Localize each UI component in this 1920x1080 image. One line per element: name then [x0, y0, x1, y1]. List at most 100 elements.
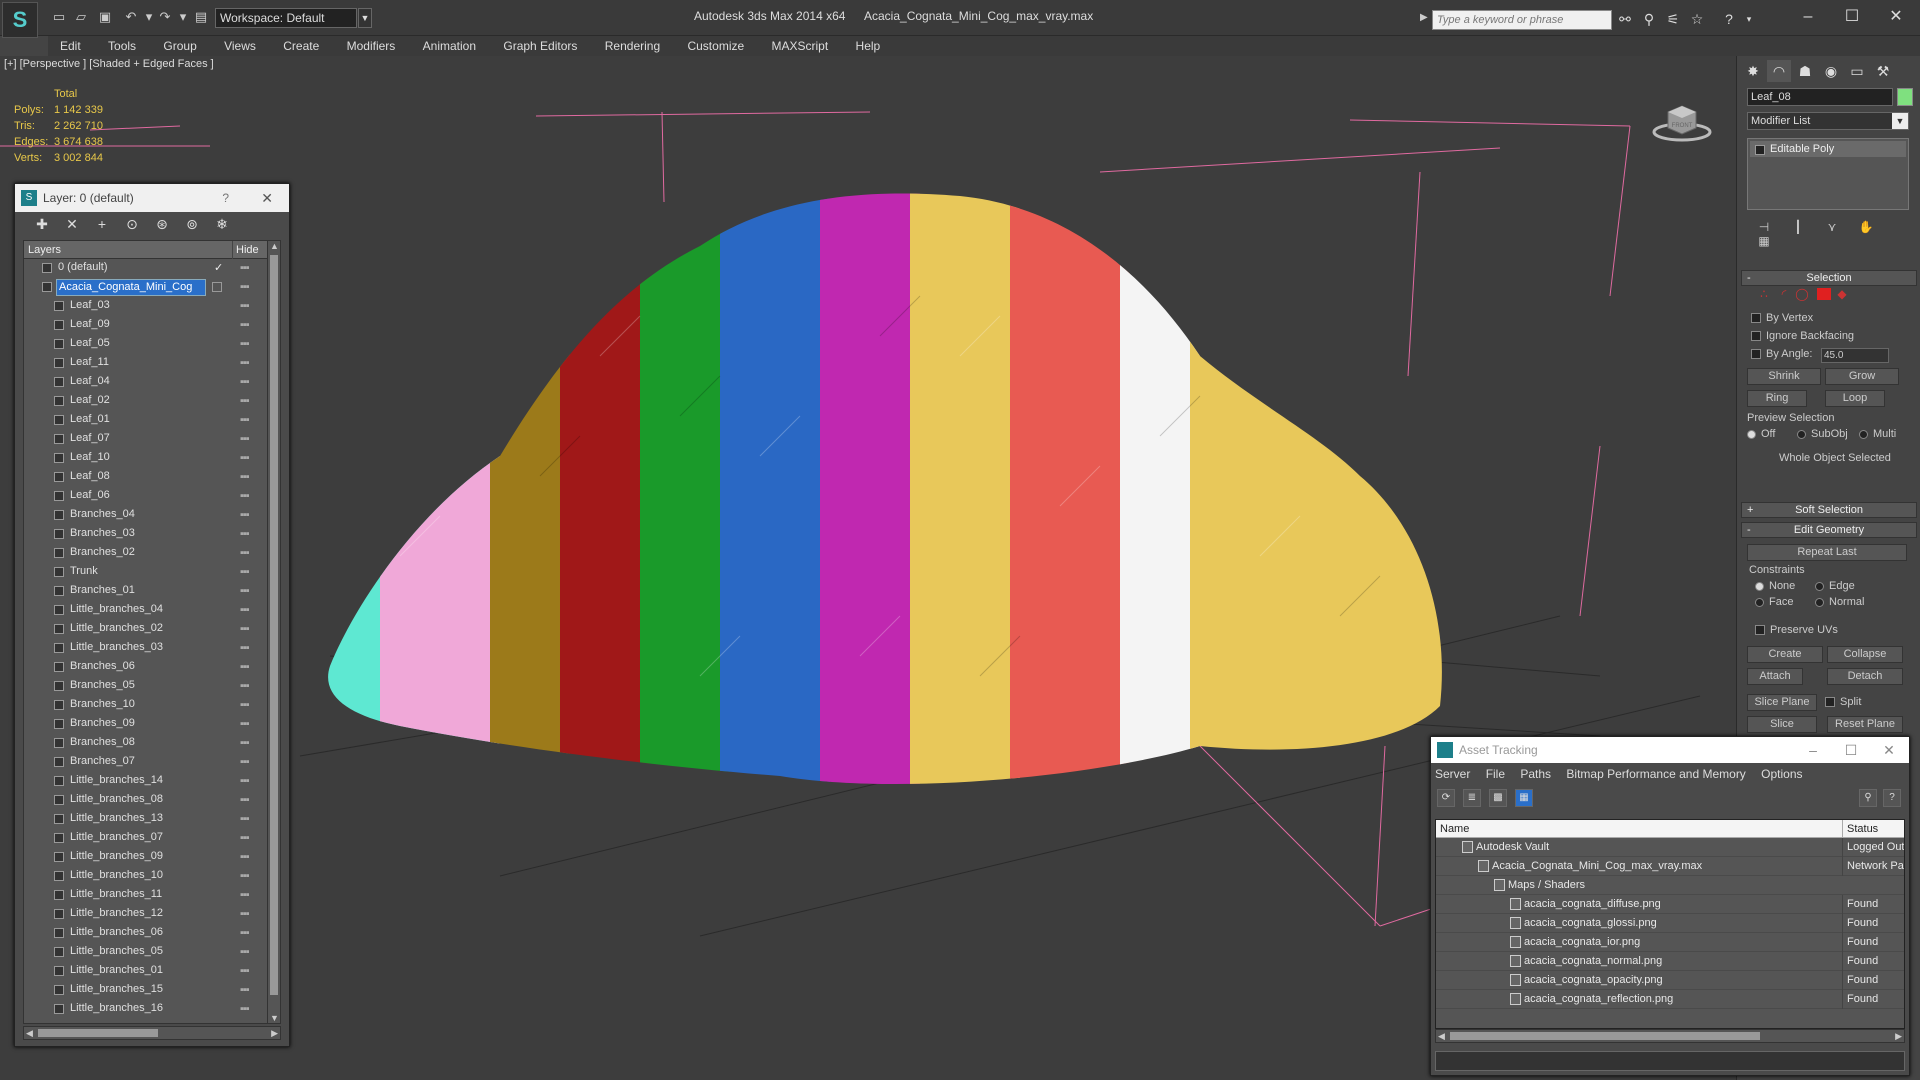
loop-button[interactable]: Loop: [1825, 390, 1885, 407]
hide-toggle-icon[interactable]: ▪▪▪: [240, 506, 250, 525]
preview-multi-radio[interactable]: Multi: [1859, 428, 1896, 440]
layer-object-row[interactable]: Branches_10 ▪▪▪: [24, 696, 272, 715]
layer-object-row[interactable]: Leaf_06 ▪▪▪: [24, 487, 272, 506]
ignore-backfacing-checkbox[interactable]: Ignore Backfacing: [1751, 330, 1854, 342]
hide-toggle-icon[interactable]: ▪▪▪: [240, 430, 250, 449]
collapse-button[interactable]: Collapse: [1827, 646, 1903, 663]
select-in-layer-icon[interactable]: ⊙: [117, 216, 147, 233]
preserve-uvs-checkbox[interactable]: Preserve UVs: [1755, 624, 1838, 636]
app-menu-button[interactable]: S: [2, 2, 38, 38]
selection-rollout-header[interactable]: - Selection: [1741, 270, 1917, 286]
hide-toggle-icon[interactable]: ▪▪▪: [240, 373, 250, 392]
layer-object-row[interactable]: Branches_09 ▪▪▪: [24, 715, 272, 734]
hide-toggle-icon[interactable]: ▪▪▪: [240, 392, 250, 411]
soft-selection-rollout-header[interactable]: + Soft Selection: [1741, 502, 1917, 518]
layer-object-row[interactable]: Branches_01 ▪▪▪: [24, 582, 272, 601]
new-layer-icon[interactable]: ✚: [27, 216, 57, 233]
constraint-face-radio[interactable]: Face: [1755, 596, 1793, 608]
layer-object-row[interactable]: Trunk ▪▪▪: [24, 563, 272, 582]
border-mode-icon[interactable]: ◯: [1795, 288, 1809, 300]
show-end-result-icon[interactable]: ┃: [1781, 220, 1815, 234]
list-view-icon[interactable]: ≣: [1463, 789, 1481, 807]
pin-stack-icon[interactable]: ⊣: [1747, 220, 1781, 234]
layer-object-row[interactable]: Branches_02 ▪▪▪: [24, 544, 272, 563]
hide-toggle-icon[interactable]: ▪▪▪: [240, 259, 250, 278]
layer-object-row[interactable]: Branches_03 ▪▪▪: [24, 525, 272, 544]
polygon-mode-icon[interactable]: ■: [1817, 288, 1831, 300]
menu-help[interactable]: Help: [844, 36, 893, 56]
chevron-down-icon[interactable]: ▼: [1892, 113, 1908, 129]
hide-toggle-icon[interactable]: ▪▪▪: [240, 563, 250, 582]
freeze-all-icon[interactable]: ❄: [207, 216, 237, 233]
asset-row[interactable]: acacia_cognata_reflection.png Found: [1436, 990, 1904, 1009]
hide-toggle-icon[interactable]: ▪▪▪: [240, 677, 250, 696]
current-layer-icon[interactable]: [212, 282, 222, 292]
hide-toggle-icon[interactable]: ▪▪▪: [240, 525, 250, 544]
layer-object-row[interactable]: Branches_06 ▪▪▪: [24, 658, 272, 677]
menu-edit[interactable]: Edit: [48, 36, 93, 56]
vault-login-icon[interactable]: ⚲: [1859, 789, 1877, 807]
hide-toggle-icon[interactable]: ▪▪▪: [240, 734, 250, 753]
layer-object-row[interactable]: Little_branches_13 ▪▪▪: [24, 810, 272, 829]
minimize-icon[interactable]: –: [1788, 6, 1828, 28]
layer-row[interactable]: Acacia_Cognata_Mini_Cog ▪▪▪: [24, 278, 272, 297]
asset-row[interactable]: acacia_cognata_glossi.png Found: [1436, 914, 1904, 933]
menu-tools[interactable]: Tools: [96, 36, 148, 56]
binoculars-icon[interactable]: ⚯: [1616, 10, 1634, 28]
modifier-list-dropdown[interactable]: Modifier List ▼: [1747, 112, 1909, 130]
preview-off-radio[interactable]: Off: [1747, 428, 1775, 440]
scroll-thumb[interactable]: [1450, 1032, 1760, 1040]
scroll-thumb[interactable]: [270, 255, 278, 995]
constraint-normal-radio[interactable]: Normal: [1815, 596, 1864, 608]
viewcube[interactable]: FRONT: [1652, 94, 1712, 144]
layer-object-row[interactable]: Leaf_07 ▪▪▪: [24, 430, 272, 449]
hide-toggle-icon[interactable]: ▪▪▪: [240, 468, 250, 487]
hide-toggle-icon[interactable]: ▪▪▪: [240, 829, 250, 848]
by-angle-checkbox[interactable]: By Angle:: [1751, 348, 1812, 360]
hide-toggle-icon[interactable]: ▪▪▪: [240, 449, 250, 468]
reset-plane-button[interactable]: Reset Plane: [1827, 716, 1903, 733]
hide-toggle-icon[interactable]: ▪▪▪: [240, 601, 250, 620]
close-icon[interactable]: ✕: [1876, 6, 1916, 28]
scroll-right-icon[interactable]: ▶: [271, 1028, 278, 1039]
project-folder-icon[interactable]: ▤: [192, 9, 210, 25]
open-file-icon[interactable]: ▱: [72, 9, 90, 25]
hide-toggle-icon[interactable]: ▪▪▪: [240, 639, 250, 658]
layer-object-row[interactable]: Branches_07 ▪▪▪: [24, 753, 272, 772]
layer-object-row[interactable]: Leaf_11 ▪▪▪: [24, 354, 272, 373]
asset-row[interactable]: acacia_cognata_diffuse.png Found: [1436, 895, 1904, 914]
configure-sets-icon[interactable]: ▦: [1747, 234, 1781, 248]
create-button[interactable]: Create: [1747, 646, 1823, 663]
hide-toggle-icon[interactable]: ▪▪▪: [240, 354, 250, 373]
remove-modifier-icon[interactable]: ✋: [1849, 220, 1883, 234]
search-input[interactable]: Type a keyword or phrase: [1432, 10, 1612, 30]
workspace-dropdown[interactable]: Workspace: Default ▼: [215, 8, 372, 28]
object-color-swatch[interactable]: [1897, 88, 1913, 106]
make-unique-icon[interactable]: ⋎: [1815, 220, 1849, 234]
menu-group[interactable]: Group: [151, 36, 208, 56]
angle-spinner[interactable]: 45.0: [1821, 348, 1889, 363]
scroll-thumb[interactable]: [38, 1029, 158, 1037]
asset-path-field[interactable]: [1435, 1051, 1905, 1071]
highlight-layer-icon[interactable]: ⊛: [147, 216, 177, 233]
layer-object-row[interactable]: Little_branches_12 ▪▪▪: [24, 905, 272, 924]
minimize-icon[interactable]: –: [1795, 737, 1831, 763]
menu-create[interactable]: Create: [271, 36, 331, 56]
layer-object-row[interactable]: Leaf_02 ▪▪▪: [24, 392, 272, 411]
hide-toggle-icon[interactable]: ▪▪▪: [240, 753, 250, 772]
motion-tab-icon[interactable]: ◉: [1819, 60, 1843, 82]
menu-options[interactable]: Options: [1761, 767, 1802, 781]
maximize-icon[interactable]: ☐: [1832, 6, 1872, 28]
col-name[interactable]: Name: [1440, 820, 1469, 838]
help-icon[interactable]: ?: [222, 184, 229, 212]
menu-server[interactable]: Server: [1435, 767, 1470, 781]
hide-toggle-icon[interactable]: ▪▪▪: [240, 335, 250, 354]
hide-toggle-icon[interactable]: ▪▪▪: [240, 981, 250, 1000]
communication-center-icon[interactable]: ⚟: [1664, 10, 1682, 28]
menu-views[interactable]: Views: [212, 36, 268, 56]
save-file-icon[interactable]: ▣: [96, 9, 114, 25]
hide-toggle-icon[interactable]: ▪▪▪: [240, 848, 250, 867]
hide-toggle-icon[interactable]: ▪▪▪: [240, 943, 250, 962]
layer-list-hscrollbar[interactable]: ◀ ▶: [23, 1026, 281, 1040]
chevron-down-icon[interactable]: ▼: [358, 8, 372, 28]
